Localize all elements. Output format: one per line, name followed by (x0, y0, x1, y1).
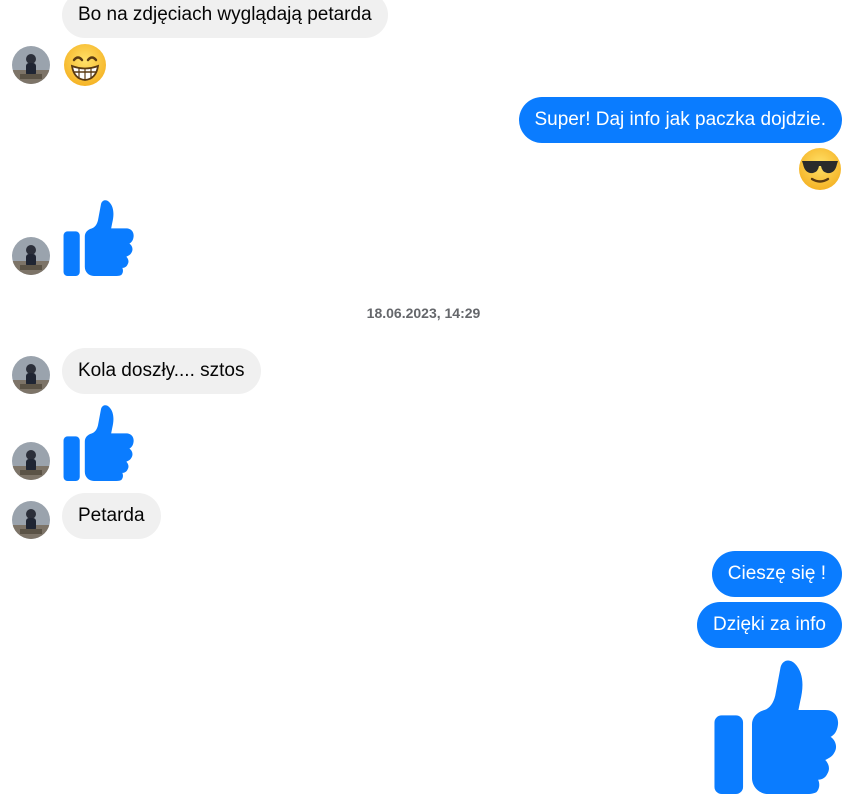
grinning-face-emoji[interactable] (63, 43, 107, 92)
avatar[interactable] (12, 501, 50, 539)
incoming-message[interactable]: Kola doszły.... sztos (62, 348, 261, 394)
sunglasses-face-emoji[interactable] (797, 146, 843, 197)
avatar[interactable] (12, 237, 50, 275)
thumbs-up-icon[interactable] (713, 660, 841, 799)
outgoing-message[interactable]: Super! Daj info jak paczka dojdzie. (518, 97, 842, 143)
incoming-message[interactable]: Petarda (62, 493, 161, 539)
outgoing-message[interactable]: Dzięki za info (697, 602, 842, 648)
incoming-message[interactable]: Bo na zdjęciach wyglądają petarda (62, 0, 388, 38)
avatar[interactable] (12, 356, 50, 394)
avatar[interactable] (12, 46, 50, 84)
avatar[interactable] (12, 442, 50, 480)
thumbs-up-icon[interactable] (63, 200, 135, 281)
chat-thread: Bo na zdjęciach wyglądają petarda Super!… (0, 0, 847, 797)
timestamp-divider: 18.06.2023, 14:29 (366, 305, 481, 321)
outgoing-message[interactable]: Cieszę się ! (711, 551, 842, 597)
thumbs-up-icon[interactable] (63, 405, 135, 486)
